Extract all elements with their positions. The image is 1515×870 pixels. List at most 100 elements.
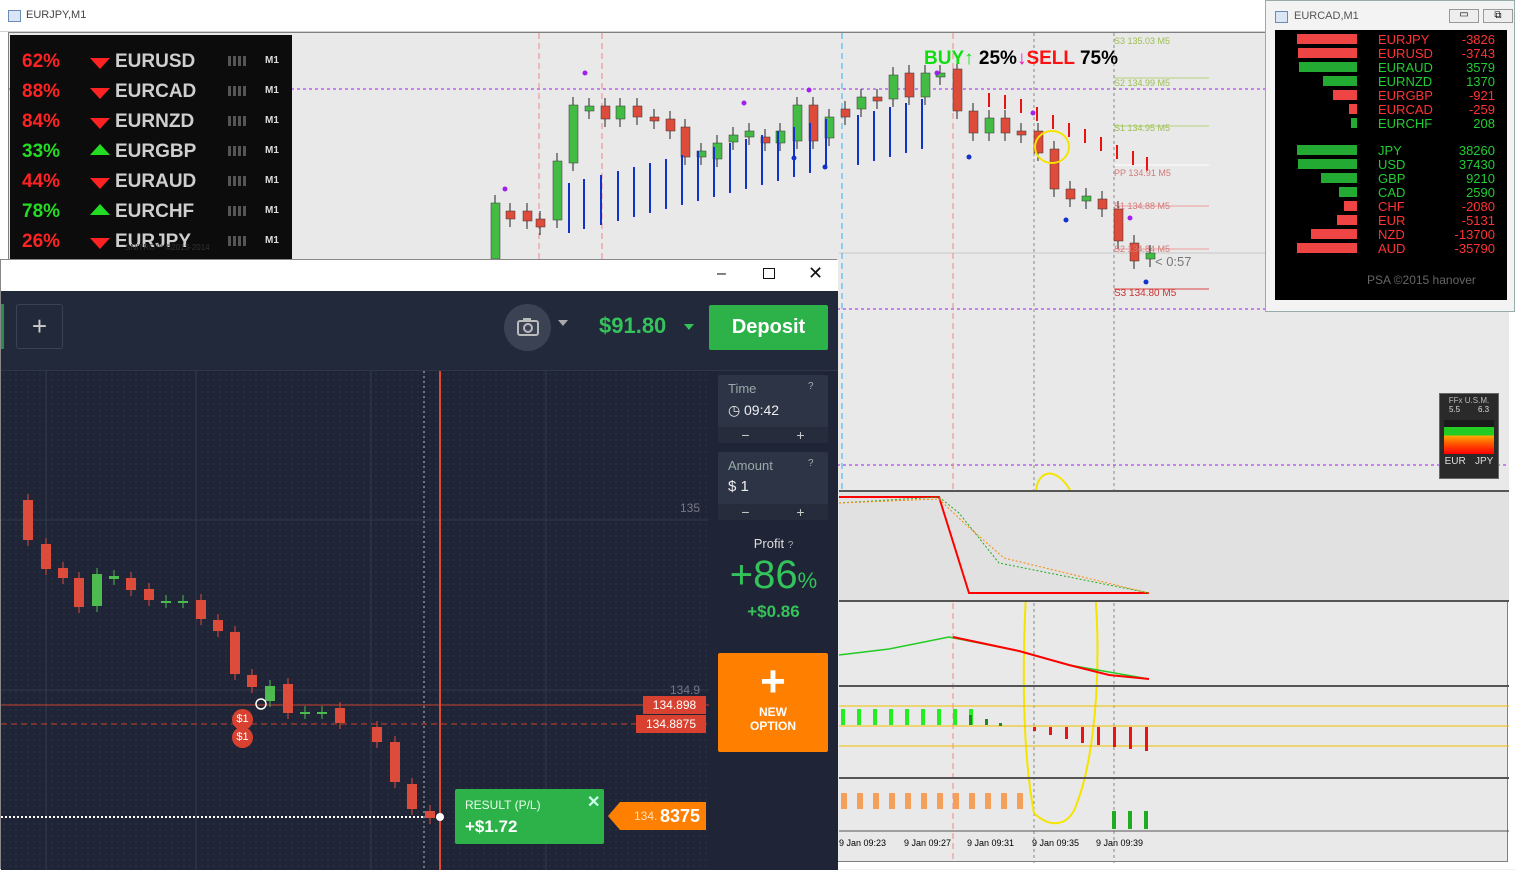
timeframe-label: M1 xyxy=(265,115,279,126)
sell-label: SELL xyxy=(1026,48,1075,69)
strength-bar-name: AUD xyxy=(1378,241,1406,256)
strength-bar-row: EUR -5131 xyxy=(1275,213,1507,228)
profit-amount: +$0.86 xyxy=(747,602,800,621)
amount-label: Amount xyxy=(728,458,773,473)
price-level-label: 135 xyxy=(680,501,701,515)
time-axis-label: 9 Jan 09:31 xyxy=(967,838,1015,848)
strength-bar-value: 38260 xyxy=(1458,143,1495,158)
timeframe-label: M1 xyxy=(265,85,279,96)
close-icon[interactable]: ✕ xyxy=(587,792,600,812)
broker-header: + $91.80 Deposit xyxy=(1,291,838,371)
strength-bar xyxy=(1297,34,1357,44)
camera-icon[interactable] xyxy=(504,304,551,351)
strength-pair: EURCHF xyxy=(115,201,195,222)
help-icon[interactable]: ? xyxy=(808,381,814,392)
strength-bar xyxy=(1297,243,1357,253)
mt4-window-title: EURJPY,M1 xyxy=(26,9,87,21)
time-axis-label: 9 Jan 09:23 xyxy=(839,838,887,848)
maximize-button[interactable] xyxy=(763,268,775,279)
plus-icon: + xyxy=(760,657,786,706)
result-label: RESULT (P/L) xyxy=(465,798,541,812)
strength-pair: EURGBP xyxy=(115,141,197,162)
strength-bar-name: EUR xyxy=(1378,213,1406,228)
new-option-button[interactable]: + NEW OPTION xyxy=(718,653,828,752)
strength-bar xyxy=(1321,173,1357,183)
add-tab-button[interactable]: + xyxy=(16,304,63,349)
amount-increase-button[interactable]: + xyxy=(773,504,828,520)
ffx-title: FFx U.S.M. xyxy=(1448,396,1490,405)
help-icon[interactable]: ? xyxy=(788,540,794,551)
grid-icon xyxy=(228,236,246,246)
eurcad-time-axis-label: 9 Jan 09:36 xyxy=(1340,288,1388,298)
grid-icon xyxy=(228,116,246,126)
strength-bar xyxy=(1351,118,1357,128)
strength-bar-value: 3579 xyxy=(1466,60,1495,75)
strength-percent: 62% xyxy=(22,51,61,72)
strength-bar-row: USD 37430 xyxy=(1275,157,1507,172)
buy-label: BUY xyxy=(924,48,965,69)
account-balance[interactable]: $91.80 xyxy=(599,313,666,339)
trade-sidebar: Time ? ◷ 09:42 − + Amount ? $ 1 − + Prof… xyxy=(709,371,838,870)
time-selector[interactable]: Time ? ◷ 09:42 − + xyxy=(718,375,828,443)
profit-label: Profit xyxy=(753,536,785,551)
active-tab-edge[interactable] xyxy=(1,304,4,349)
ffx-meter xyxy=(1444,420,1494,454)
grid-icon xyxy=(228,86,246,96)
window-icon xyxy=(1275,11,1288,23)
deposit-button[interactable]: Deposit xyxy=(709,305,828,350)
close-button[interactable]: ✕ xyxy=(808,263,823,284)
strength-bar xyxy=(1339,187,1357,197)
time-increase-button[interactable]: + xyxy=(773,427,828,443)
chevron-down-icon[interactable] xyxy=(558,320,568,326)
maximize-button[interactable]: ⧉ xyxy=(1483,9,1513,23)
strength-bar-name: EURJPY xyxy=(1378,32,1430,47)
strength-bar-value: -2080 xyxy=(1461,199,1495,214)
eurcad-strength-chart: EURJPY -3826 EURUSD -3743 EURAUD 3579 EURNZD 13… xyxy=(1275,30,1507,300)
amount-decrease-button[interactable]: − xyxy=(718,504,773,520)
broker-window[interactable]: – ✕ + $91.80 Deposit 135 134.9 134.898 1… xyxy=(0,259,838,870)
strength-bar-value: 2590 xyxy=(1466,185,1495,200)
timeframe-label: M1 xyxy=(265,55,279,66)
time-decrease-button[interactable]: − xyxy=(718,427,773,443)
ffx-currency-1: EUR xyxy=(1444,456,1466,467)
time-label: Time xyxy=(728,381,757,396)
strength-bar xyxy=(1344,201,1357,211)
strength-bar-row: EURJPY -3826 xyxy=(1275,32,1507,47)
sell-percent: 75% xyxy=(1079,48,1118,69)
strength-bar-value: 208 xyxy=(1473,116,1495,131)
minimize-button[interactable]: ▭ xyxy=(1449,9,1479,23)
balance-dropdown-icon[interactable] xyxy=(684,324,694,330)
broker-titlebar[interactable]: – ✕ xyxy=(1,260,838,291)
arrow-down-icon xyxy=(90,178,110,189)
current-price-prefix: 134. xyxy=(634,809,658,823)
strength-pair: EURNZD xyxy=(115,111,195,132)
strength-row: 33% EURGBP M1 xyxy=(10,133,292,163)
broker-price-chart[interactable]: 135 134.9 134.898 134.8875 $1 $1 RESULT … xyxy=(1,371,709,870)
arrow-up-icon xyxy=(90,204,110,215)
timeframe-label: M1 xyxy=(265,235,279,246)
candle-countdown: < 0:57 xyxy=(1155,254,1192,269)
amount-input[interactable]: $ 1 xyxy=(728,478,749,495)
result-value: +$1.72 xyxy=(465,817,518,836)
profit-percent-sign: % xyxy=(797,568,818,593)
strength-percent: 33% xyxy=(22,141,61,162)
strength-bar xyxy=(1299,62,1357,72)
pivot-label: S3 135.03 M5 xyxy=(1114,36,1171,46)
strength-row: 44% EURAUD M1 xyxy=(10,163,292,193)
strength-percent: 26% xyxy=(22,231,61,252)
amount-selector[interactable]: Amount ? $ 1 − + xyxy=(718,452,828,520)
minimize-button[interactable]: – xyxy=(717,265,726,283)
strength-bar-name: EURGBP xyxy=(1378,88,1433,103)
strength-bar xyxy=(1311,229,1357,239)
clock-icon: ◷ xyxy=(728,402,741,418)
trade-marker[interactable]: $1 xyxy=(232,727,253,748)
strength-bar-name: EURCHF xyxy=(1378,116,1433,131)
strength-bar-row: EURAUD 3579 xyxy=(1275,60,1507,75)
grid-icon xyxy=(228,176,246,186)
help-icon[interactable]: ? xyxy=(808,458,814,469)
time-axis-label: 9 Jan 09:35 xyxy=(1032,838,1080,848)
strength-bar xyxy=(1337,215,1357,225)
strength-row: 84% EURNZD M1 xyxy=(10,103,292,133)
strength-bar xyxy=(1349,104,1357,114)
buy-percent: 25% xyxy=(978,48,1017,69)
